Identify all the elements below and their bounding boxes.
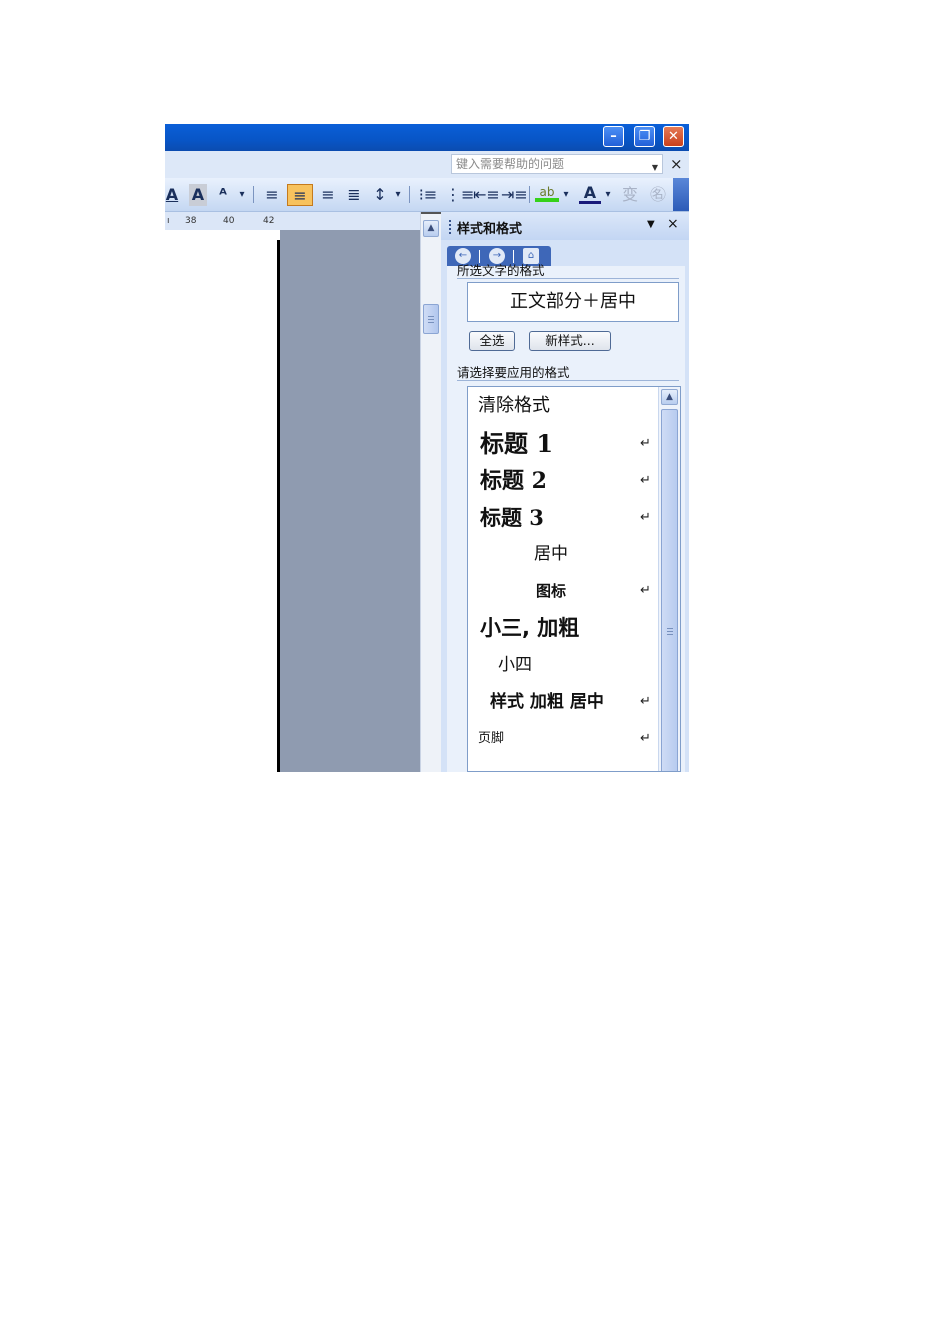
styles-task-pane: 样式和格式 ▼ × ← → ⌂ 所选文字的格式 正文部分＋居中 全选 新样式..… xyxy=(441,212,689,772)
style-list[interactable]: 清除格式 标题 1 ↵ 标题 2 ↵ 标题 3 ↵ 居中 图标 ↵ 小三, 加粗… xyxy=(467,386,681,772)
paragraph-mark-icon: ↵ xyxy=(640,436,651,451)
paragraph-mark-icon: ↵ xyxy=(640,583,651,598)
ruler-tick: 38 xyxy=(185,216,197,226)
current-format-box[interactable]: 正文部分＋居中 xyxy=(467,282,679,322)
toolbar-divider xyxy=(529,186,530,203)
highlight-button[interactable]: ab xyxy=(535,184,559,202)
restore-button[interactable]: ❐ xyxy=(634,126,655,147)
numbering-button[interactable]: ⁝≡ xyxy=(417,184,439,206)
style-item-center[interactable]: 居中 xyxy=(468,537,658,571)
style-item-xiaosi[interactable]: 小四 xyxy=(468,648,658,682)
paragraph-mark-icon: ↵ xyxy=(640,731,651,746)
decrease-indent-button[interactable]: ⇤≡ xyxy=(473,184,500,206)
close-icon: ✕ xyxy=(668,129,679,144)
close-window-button[interactable]: ✕ xyxy=(663,126,684,147)
task-pane-header: 样式和格式 ▼ × xyxy=(441,212,689,240)
minimize-icon: – xyxy=(610,129,617,144)
phonetic-icon[interactable]: 变 xyxy=(619,184,641,206)
chevron-down-icon[interactable]: ▾ xyxy=(393,184,403,206)
task-pane-title: 样式和格式 xyxy=(457,222,523,237)
scroll-up-icon[interactable]: ▲ xyxy=(423,220,439,237)
toolbar-divider xyxy=(253,186,254,203)
character-shading-button[interactable]: A xyxy=(189,184,207,206)
document-scrollbar[interactable]: ▲ xyxy=(420,212,441,772)
ruler-tick: 42 xyxy=(263,216,275,226)
style-item-heading-2[interactable]: 标题 2 ↵ xyxy=(468,464,658,498)
help-placeholder: 键入需要帮助的问题 xyxy=(456,157,565,171)
toolbar-options-icon[interactable] xyxy=(673,178,689,211)
restore-icon: ❐ xyxy=(638,129,651,144)
style-item-clear-formatting[interactable]: 清除格式 xyxy=(468,389,658,423)
split-box[interactable] xyxy=(421,212,441,216)
center-align-button[interactable]: ≡ xyxy=(287,184,313,206)
style-item-heading-3[interactable]: 标题 3 ↵ xyxy=(468,501,658,535)
paragraph-mark-icon: ↵ xyxy=(640,694,651,709)
select-all-button[interactable]: 全选 xyxy=(469,331,515,351)
selected-format-heading: 所选文字的格式 xyxy=(457,263,545,278)
style-item-heading-1[interactable]: 标题 1 ↵ xyxy=(468,427,658,461)
character-border-button[interactable]: A xyxy=(165,184,179,206)
increase-indent-button[interactable]: ⇥≡ xyxy=(501,184,528,206)
paragraph-mark-icon: ↵ xyxy=(640,510,651,525)
horizontal-ruler[interactable]: ı 38 40 42 xyxy=(165,212,420,230)
enclose-character-icon[interactable]: ㊔ xyxy=(647,184,669,206)
formatting-toolbar: A A ᴬ ▾ ≡ ≡ ≡ ≣ ↕ ▾ ⁝≡ ⋮≡ ⇤≡ ⇥≡ ab ▾ A ▾… xyxy=(165,178,689,212)
menu-bar: 键入需要帮助的问题 ▼ × xyxy=(165,151,689,178)
document-background xyxy=(280,230,420,772)
style-item-footer[interactable]: 页脚 ↵ xyxy=(468,722,658,756)
close-pane-icon[interactable]: × xyxy=(667,216,679,232)
style-list-scrollbar[interactable]: ▲ xyxy=(658,387,680,771)
phonetic-guide-button[interactable]: ᴬ xyxy=(213,184,233,206)
chevron-down-icon[interactable]: ▾ xyxy=(603,184,613,206)
align-right-button[interactable]: ≡ xyxy=(317,184,339,206)
ruler-tick: 40 xyxy=(223,216,235,226)
justify-button[interactable]: ≡ xyxy=(261,184,283,206)
chevron-down-icon[interactable]: ▼ xyxy=(652,159,658,177)
drag-handle[interactable] xyxy=(449,220,451,234)
apply-format-heading: 请选择要应用的格式 xyxy=(457,365,570,380)
scroll-up-icon[interactable]: ▲ xyxy=(661,389,678,405)
close-document-icon[interactable]: × xyxy=(670,154,683,174)
style-item-xiaosan-bold[interactable]: 小三, 加粗 xyxy=(468,611,658,645)
distributed-align-button[interactable]: ≣ xyxy=(343,184,365,206)
chevron-down-icon[interactable]: ▾ xyxy=(561,184,571,206)
style-item-icon-caption[interactable]: 图标 ↵ xyxy=(468,574,658,608)
line-spacing-button[interactable]: ↕ xyxy=(371,184,389,206)
chevron-down-icon[interactable]: ▾ xyxy=(237,184,247,206)
pane-menu-icon[interactable]: ▼ xyxy=(647,219,655,230)
font-color-button[interactable]: A xyxy=(579,184,601,204)
task-pane-body: 所选文字的格式 正文部分＋居中 全选 新样式... 请选择要应用的格式 清除格式… xyxy=(447,263,685,772)
document-page[interactable] xyxy=(165,230,277,772)
minimize-button[interactable]: – xyxy=(603,126,624,147)
title-bar: – ❐ ✕ xyxy=(165,124,689,151)
toolbar-divider xyxy=(409,186,410,203)
scroll-thumb[interactable] xyxy=(661,409,678,771)
help-question-input[interactable]: 键入需要帮助的问题 ▼ xyxy=(451,154,663,174)
word-window: – ❐ ✕ 键入需要帮助的问题 ▼ × A A ᴬ ▾ ≡ ≡ ≡ ≣ ↕ ▾ … xyxy=(165,124,689,772)
scroll-thumb[interactable] xyxy=(423,304,439,334)
new-style-button[interactable]: 新样式... xyxy=(529,331,611,351)
paragraph-mark-icon: ↵ xyxy=(640,473,651,488)
bullets-button[interactable]: ⋮≡ xyxy=(445,184,474,206)
style-item-bold-center[interactable]: 样式 加粗 居中 ↵ xyxy=(468,685,658,719)
